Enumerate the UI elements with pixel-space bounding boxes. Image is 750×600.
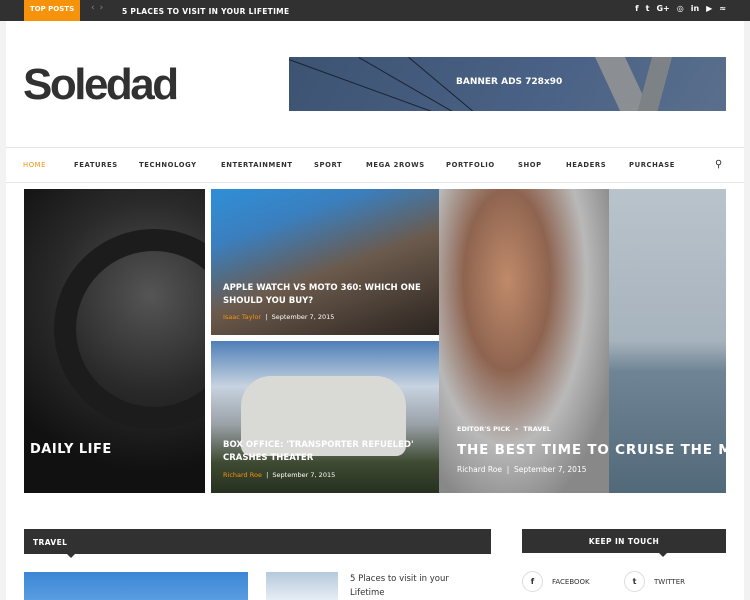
featured-mid-1[interactable]: APPLE WATCH VS MOTO 360: WHICH ONE SHOUL… bbox=[211, 189, 439, 335]
prev-arrow-icon[interactable]: ‹ bbox=[91, 3, 100, 13]
facebook-icon[interactable]: f bbox=[522, 571, 543, 592]
rss-icon[interactable]: ≈ bbox=[719, 4, 726, 13]
social-icons: f t G+ ◎ in ▶ ≈ bbox=[635, 4, 726, 13]
post-title[interactable]: BOX OFFICE: 'TRANSPORTER REFUELED' CRASH… bbox=[223, 439, 433, 465]
featured-left[interactable]: DAILY LIFE bbox=[24, 189, 205, 493]
google-plus-icon[interactable]: G+ bbox=[656, 4, 669, 13]
top-bar: TOP POSTS ‹› 5 PLACES TO VISIT IN YOUR L… bbox=[0, 0, 750, 21]
banner-text: BANNER ADS 728x90 bbox=[456, 77, 563, 87]
travel-heading: TRAVEL bbox=[24, 529, 491, 558]
nav-item-technology[interactable]: TECHNOLOGY bbox=[139, 161, 197, 169]
keep-in-touch-heading: KEEP IN TOUCH bbox=[522, 529, 726, 557]
site-logo[interactable]: Soledad bbox=[23, 60, 179, 110]
banner-ad[interactable]: BANNER ADS 728x90 bbox=[289, 57, 726, 111]
travel-post-title[interactable]: 5 Places to visit in your Lifetime bbox=[350, 572, 470, 600]
post-author[interactable]: Richard Roe bbox=[457, 465, 502, 474]
twitter-icon[interactable]: t bbox=[646, 4, 650, 13]
nav-item-features[interactable]: FEATURES bbox=[74, 161, 118, 169]
instagram-icon[interactable]: ◎ bbox=[677, 4, 684, 13]
post-title[interactable]: THE BEST TIME TO CRUISE THE MEDITERRANEA… bbox=[457, 442, 726, 458]
post-author[interactable]: Richard Roe bbox=[223, 471, 262, 479]
nav-item-headers[interactable]: HEADERS bbox=[566, 161, 606, 169]
post-date: September 7, 2015 bbox=[514, 465, 587, 474]
facebook-link[interactable]: FACEBOOK bbox=[552, 578, 590, 586]
post-date: September 7, 2015 bbox=[271, 313, 335, 321]
post-date: September 7, 2015 bbox=[272, 471, 336, 479]
youtube-icon[interactable]: ▶ bbox=[706, 4, 712, 13]
category-link[interactable]: EDITOR'S PICK bbox=[457, 425, 510, 433]
category-link[interactable]: TRAVEL bbox=[523, 425, 551, 433]
nav-item-purchase[interactable]: PURCHASE bbox=[629, 161, 675, 169]
main-nav: ⚲ HOME FEATURES TECHNOLOGY ENTERTAINMENT SPO… bbox=[6, 147, 744, 183]
nav-item-entertainment[interactable]: ENTERTAINMENT bbox=[221, 161, 293, 169]
nav-item-shop[interactable]: SHOP bbox=[518, 161, 542, 169]
post-author[interactable]: Isaac Taylor bbox=[223, 313, 261, 321]
twitter-link[interactable]: TWITTER bbox=[654, 578, 685, 586]
travel-image-large[interactable] bbox=[24, 572, 248, 600]
nav-item-mega-2rows[interactable]: MEGA 2ROWS bbox=[366, 161, 425, 169]
linkedin-icon[interactable]: in bbox=[691, 4, 699, 13]
travel-thumb[interactable] bbox=[266, 572, 338, 600]
featured-mid-2[interactable]: BOX OFFICE: 'TRANSPORTER REFUELED' CRASH… bbox=[211, 341, 439, 493]
facebook-icon[interactable]: f bbox=[635, 4, 638, 13]
nav-item-sport[interactable]: SPORT bbox=[314, 161, 342, 169]
twitter-icon[interactable]: t bbox=[624, 571, 645, 592]
search-icon[interactable]: ⚲ bbox=[715, 159, 722, 170]
top-posts-label: TOP POSTS bbox=[24, 0, 80, 21]
next-arrow-icon[interactable]: › bbox=[100, 3, 109, 13]
ticker-headline[interactable]: 5 PLACES TO VISIT IN YOUR LIFETIME bbox=[122, 7, 289, 16]
post-title[interactable]: DAILY LIFE bbox=[30, 442, 112, 457]
nav-item-portfolio[interactable]: PORTFOLIO bbox=[446, 161, 495, 169]
featured-right[interactable]: EDITOR'S PICK ∘ TRAVEL THE BEST TIME TO … bbox=[439, 189, 726, 493]
nav-item-home[interactable]: HOME bbox=[23, 161, 46, 169]
post-title[interactable]: APPLE WATCH VS MOTO 360: WHICH ONE SHOUL… bbox=[223, 282, 428, 308]
